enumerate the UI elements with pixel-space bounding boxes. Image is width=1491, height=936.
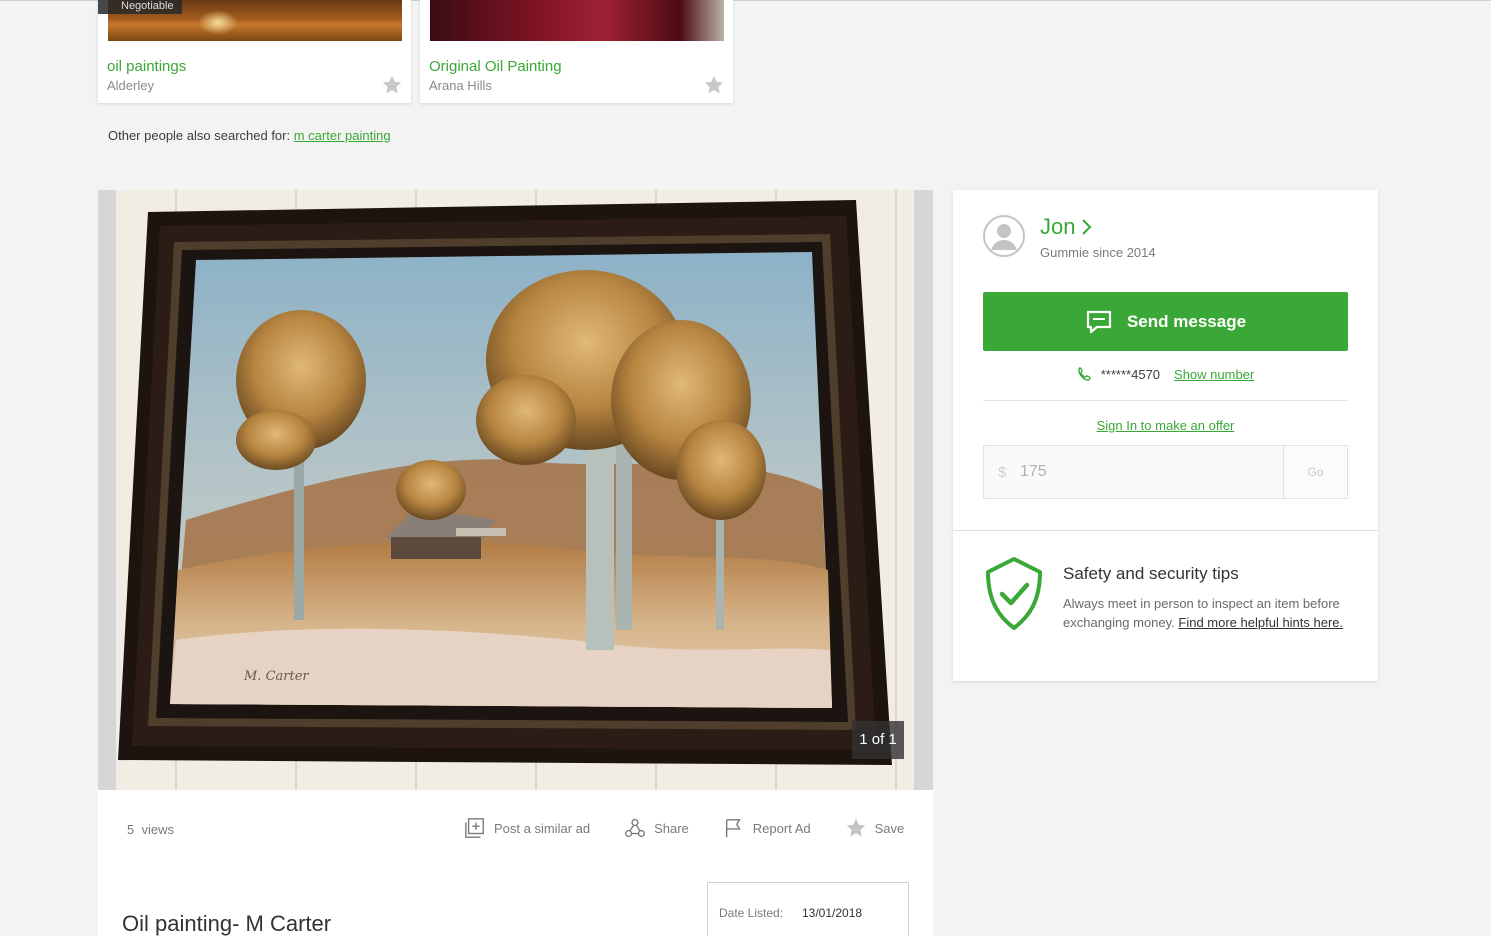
image-counter: 1 of 1 xyxy=(852,721,904,759)
share-label: Share xyxy=(654,820,689,836)
star-icon xyxy=(846,818,865,837)
seller-name-link[interactable]: Jon xyxy=(1040,214,1093,240)
masked-phone-number: ******4570 xyxy=(1100,366,1161,382)
post-similar-label: Post a similar ad xyxy=(494,820,591,836)
related-ad-card[interactable]: Negotiable oil paintings Alderley xyxy=(98,0,411,103)
svg-text:M. Carter: M. Carter xyxy=(243,669,309,684)
sign-in-offer-link[interactable]: Sign In to make an offer xyxy=(953,418,1378,433)
post-similar-icon xyxy=(465,818,484,838)
share-button[interactable]: Share xyxy=(624,817,689,839)
offer-amount-input[interactable]: 175 xyxy=(1020,463,1047,481)
chevron-right-icon xyxy=(1082,219,1092,235)
currency-symbol: $ xyxy=(998,464,1007,481)
save-star-icon[interactable] xyxy=(703,74,725,96)
also-searched-label: Other people also searched for: xyxy=(108,128,294,143)
related-ad-location: Alderley xyxy=(107,78,154,93)
safety-text: Always meet in person to inspect an item… xyxy=(1063,594,1353,632)
safety-title: Safety and security tips xyxy=(1063,564,1239,583)
offer-input-group: $ 175 Go xyxy=(983,445,1348,499)
safety-hints-link[interactable]: Find more helpful hints here. xyxy=(1178,615,1343,630)
avatar[interactable] xyxy=(983,215,1025,257)
date-listed-value: 13/01/2018 xyxy=(802,906,863,920)
also-searched-link[interactable]: m carter painting xyxy=(294,128,391,143)
show-number-link[interactable]: Show number xyxy=(1174,367,1254,382)
report-label: Report Ad xyxy=(752,820,811,836)
ad-title: Oil painting- M Carter xyxy=(122,911,332,936)
phone-icon xyxy=(1078,367,1091,381)
phone-row: ******4570 Show number xyxy=(953,366,1378,382)
also-searched: Other people also searched for: m carter… xyxy=(108,128,391,143)
save-star-icon[interactable] xyxy=(381,74,403,96)
offer-go-button[interactable]: Go xyxy=(1283,446,1347,498)
ad-photo[interactable]: M. Carter xyxy=(116,190,914,790)
view-count-label: views xyxy=(141,822,174,837)
price-badge: Negotiable xyxy=(98,0,182,14)
share-icon xyxy=(625,818,646,838)
view-count: 5 views xyxy=(127,822,174,837)
ad-actions: Post a similar ad Share Report Ad Save xyxy=(464,817,904,839)
painting-image: M. Carter xyxy=(116,190,914,790)
shield-check-icon xyxy=(986,557,1042,630)
ad-details-panel: 5 views Post a similar ad Share Report A… xyxy=(98,790,933,936)
seller-name: Jon xyxy=(1040,214,1076,239)
related-ad-title[interactable]: oil paintings xyxy=(107,58,186,75)
related-ad-title[interactable]: Original Oil Painting xyxy=(429,58,562,75)
save-label: Save xyxy=(874,820,905,836)
image-gallery[interactable]: M. Carter 1 of 1 xyxy=(98,190,933,790)
seller-panel: Jon Gummie since 2014 Send message *****… xyxy=(953,190,1378,530)
send-message-button[interactable]: Send message xyxy=(983,292,1348,351)
date-listed-box: Date Listed: 13/01/2018 xyxy=(707,882,909,936)
report-ad-button[interactable]: Report Ad xyxy=(723,817,811,839)
view-count-number: 5 xyxy=(127,822,135,837)
save-ad-button[interactable]: Save xyxy=(845,817,905,839)
related-ad-thumbnail[interactable] xyxy=(430,0,724,41)
divider xyxy=(983,400,1348,401)
send-message-label: Send message xyxy=(1126,311,1247,331)
flag-icon xyxy=(725,819,741,838)
post-similar-ad-button[interactable]: Post a similar ad xyxy=(464,817,590,839)
chat-bubble-icon xyxy=(1086,310,1112,333)
seller-since: Gummie since 2014 xyxy=(1040,245,1156,260)
related-ad-card[interactable]: Original Oil Painting Arana Hills xyxy=(420,0,733,103)
safety-panel: Safety and security tips Always meet in … xyxy=(953,531,1378,681)
date-listed-label: Date Listed: xyxy=(719,906,784,920)
related-ad-location: Arana Hills xyxy=(429,78,492,93)
